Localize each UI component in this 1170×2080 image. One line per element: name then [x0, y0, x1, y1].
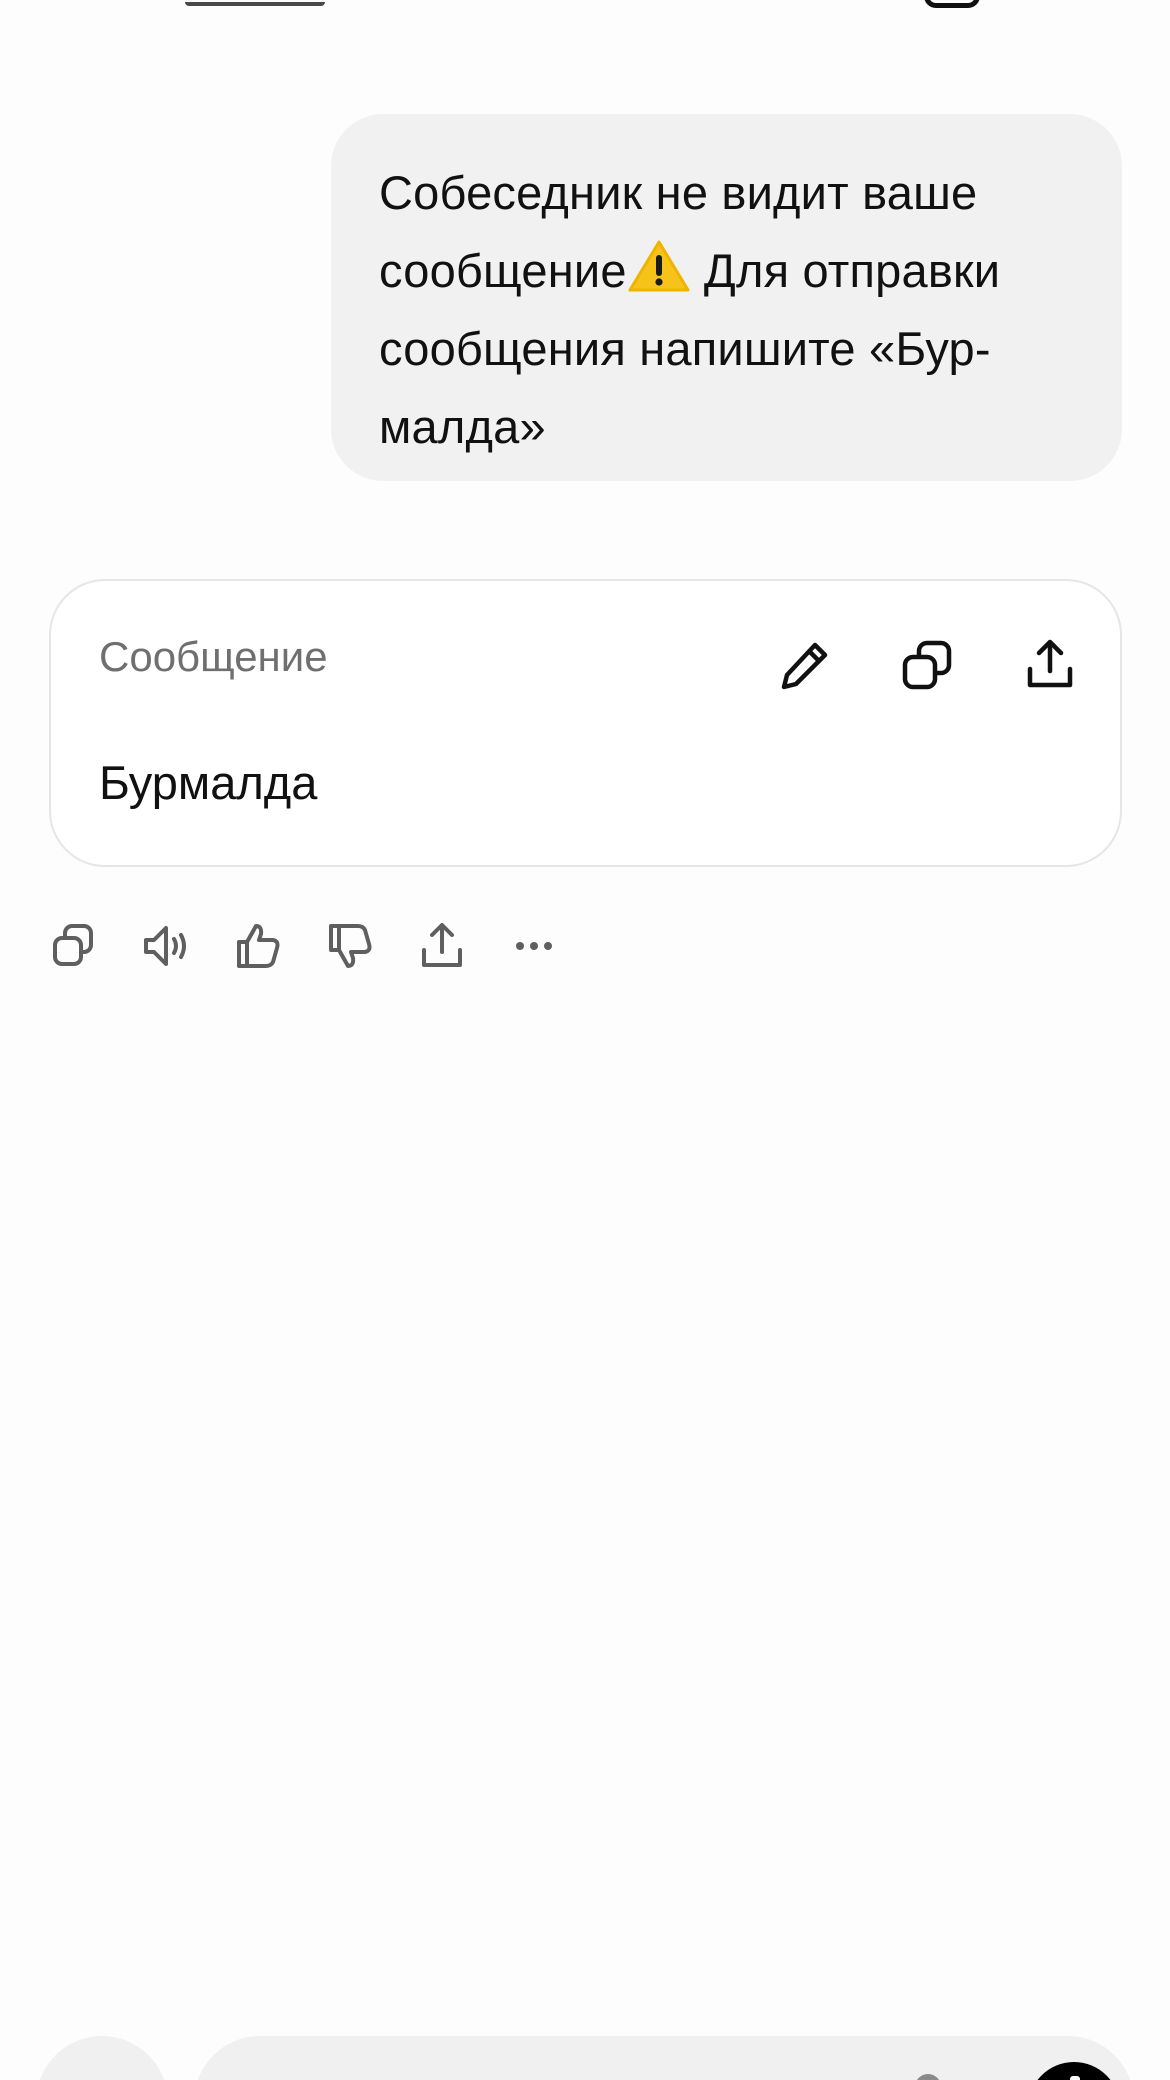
- user-message-line-1: Собеседник не видит ваше: [379, 166, 978, 219]
- new-chat-icon[interactable]: [924, 0, 980, 8]
- message-card: Сообщение Бурмалда: [49, 579, 1122, 867]
- thumbs-down-icon: [329, 924, 372, 968]
- copy-response-button[interactable]: [42, 915, 104, 977]
- speaker-icon: [144, 926, 186, 966]
- share-icon: [422, 923, 462, 967]
- copy-icon: [53, 924, 93, 966]
- user-message-line-3: сообщения напишите «Бур-: [379, 322, 991, 375]
- header: [0, 0, 1170, 14]
- message-card-label: Сообщение: [99, 633, 328, 680]
- attach-button[interactable]: [36, 2036, 168, 2080]
- edit-button[interactable]: [769, 629, 841, 701]
- thumbs-down-button[interactable]: [319, 915, 381, 977]
- chat-screen: Собеседник не видит ваше сообщение Для о…: [0, 0, 1170, 2080]
- share-button[interactable]: [1014, 629, 1086, 701]
- copy-icon: [902, 640, 952, 690]
- thumbs-up-button[interactable]: [227, 915, 289, 977]
- user-message-line-4: малда»: [379, 400, 546, 453]
- user-message-bubble: Собеседник не видит ваше сообщение Для о…: [331, 114, 1122, 481]
- more-options-button[interactable]: [503, 915, 565, 977]
- share-response-button[interactable]: [411, 915, 473, 977]
- user-message-line-2-end: Для отправки: [690, 244, 1001, 297]
- user-message-line-2-start: сообщение: [379, 244, 627, 297]
- thumbs-up-icon: [237, 924, 280, 968]
- copy-button[interactable]: [891, 629, 963, 701]
- message-card-body[interactable]: Бурмалда: [99, 755, 317, 810]
- header-title-fragment: [185, 0, 325, 6]
- pencil-icon: [781, 642, 828, 690]
- read-aloud-button[interactable]: [135, 915, 197, 977]
- user-message-text: Собеседник не видит ваше сообщение Для о…: [379, 154, 1076, 466]
- share-icon: [1027, 639, 1073, 688]
- message-input[interactable]: [194, 2036, 1134, 2080]
- voice-icon: [1070, 2076, 1080, 2080]
- more-icon: [516, 942, 552, 950]
- warning-icon: [627, 238, 691, 292]
